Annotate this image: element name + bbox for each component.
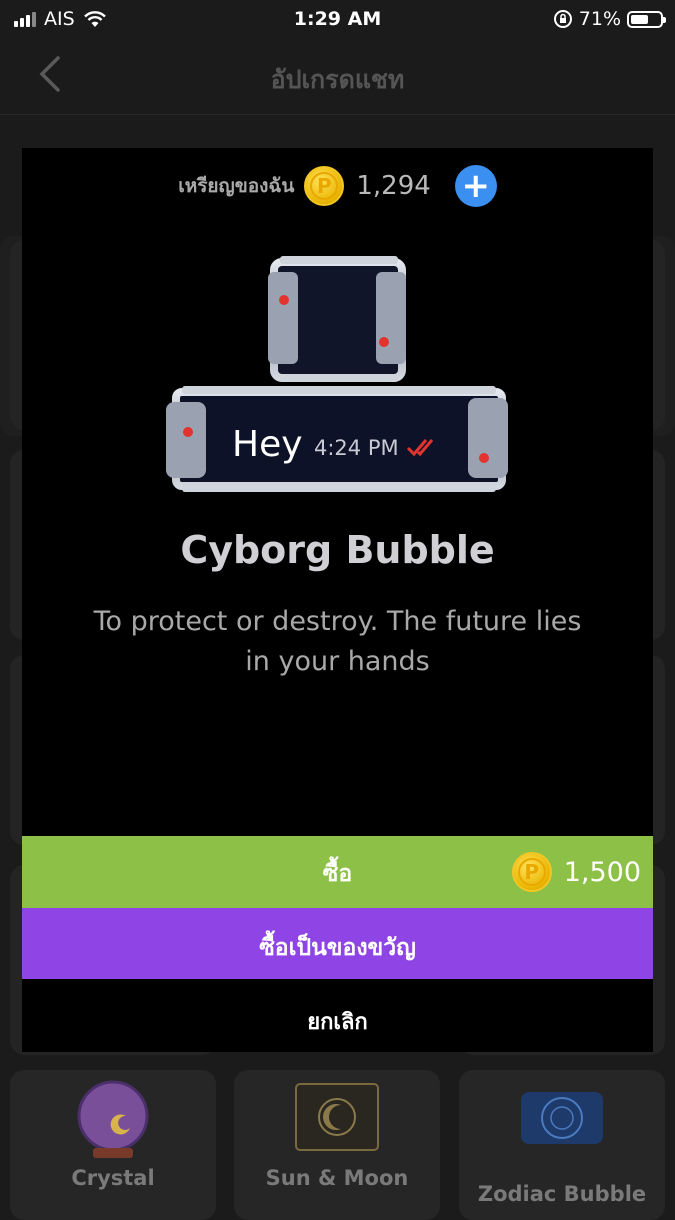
bubble-preview: Hey 4:24 PM [166, 256, 508, 492]
shop-item-crystal[interactable]: Crystal [10, 1070, 216, 1220]
shop-item-zodiac-bubble[interactable]: Zodiac Bubble [459, 1070, 665, 1220]
status-bar: AIS 1:29 AM 71% [0, 0, 675, 38]
coin-icon: P [304, 166, 345, 206]
battery-fill [631, 14, 648, 24]
plus-icon: + [461, 166, 491, 206]
cyborg-message-bubble: Hey 4:24 PM [166, 386, 508, 492]
nav-bar: อัปเกรดแชท [0, 38, 675, 115]
shop-item-label: Sun & Moon [265, 1166, 409, 1190]
orientation-lock-icon [553, 10, 572, 28]
buy-price-value: 1,500 [563, 856, 641, 888]
battery-percent: 71% [578, 8, 621, 30]
buy-as-gift-button[interactable]: ซื้อเป็นของขวัญ [22, 908, 653, 979]
cancel-button-label: ยกเลิก [307, 1010, 368, 1035]
page-title: อัปเกรดแชท [270, 65, 405, 94]
preview-timestamp: 4:24 PM [314, 436, 399, 460]
add-coins-button[interactable]: + [454, 165, 497, 207]
shop-item-label: Crystal [71, 1166, 155, 1190]
buy-button[interactable]: ซื้อ P 1,500 [22, 836, 653, 908]
gift-button-label: ซื้อเป็นของขวัญ [259, 935, 416, 961]
crystal-ball-icon [77, 1080, 149, 1158]
coin-balance: เหรียญของฉัน P 1,294 + [22, 164, 653, 208]
cancel-button[interactable]: ยกเลิก [22, 986, 653, 1052]
sun-moon-icon [295, 1083, 379, 1151]
coin-balance-label: เหรียญของฉัน [178, 175, 295, 197]
preview-message: Hey [232, 424, 303, 465]
buy-price: P 1,500 [511, 852, 641, 892]
coin-symbol: P [310, 172, 339, 200]
zodiac-wheel-icon [521, 1092, 603, 1144]
battery-icon [627, 10, 666, 28]
item-title: Cyborg Bubble [180, 528, 495, 572]
cyborg-small-bubble [268, 256, 406, 382]
coin-icon: P [511, 852, 552, 892]
purchase-modal: เหรียญของฉัน P 1,294 + Hey 4:24 PM Cybor… [22, 148, 653, 1052]
coin-symbol: P [517, 858, 546, 886]
coin-balance-value: 1,294 [356, 171, 431, 201]
shop-item-label: Zodiac Bubble [477, 1182, 647, 1206]
status-right: 71% [553, 8, 666, 30]
shop-item-sun-moon[interactable]: Sun & Moon [234, 1070, 440, 1220]
item-description: To protect or destroy. The future lies i… [93, 606, 582, 677]
